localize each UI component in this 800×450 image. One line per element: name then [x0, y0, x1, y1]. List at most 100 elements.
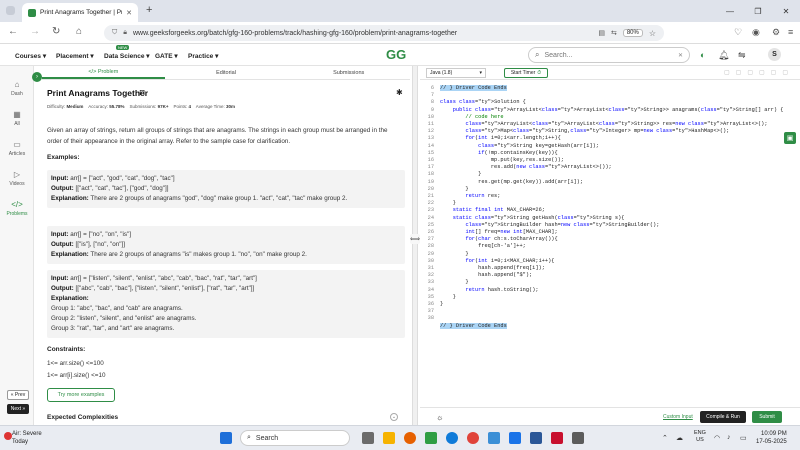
- app-icon[interactable]: [509, 432, 521, 444]
- streak-icon[interactable]: ◐: [700, 50, 705, 60]
- code-line[interactable]: 28 freq[ch-'a']++;: [420, 243, 800, 250]
- code-text[interactable]: class="ty">StringBuilder hash=new class=…: [440, 222, 659, 228]
- editor-action-icons[interactable]: ▢▢▢▢▢▢: [724, 69, 794, 76]
- tab-problem[interactable]: </> Problem: [42, 66, 165, 79]
- pocket-icon[interactable]: ♡: [734, 27, 742, 38]
- close-tab-icon[interactable]: ✕: [126, 9, 132, 17]
- code-text[interactable]: }: [440, 171, 481, 177]
- back-icon[interactable]: ←: [8, 26, 18, 37]
- menu-data-science[interactable]: Data Science ▾: [104, 52, 150, 60]
- cloud-icon[interactable]: ☁: [676, 434, 683, 442]
- search-input[interactable]: [544, 51, 673, 59]
- battery-icon[interactable]: ▭: [740, 434, 747, 442]
- collapse-sidebar-icon[interactable]: ›: [32, 72, 42, 82]
- code-text[interactable]: res.add(new class="ty">ArrayList<>());: [440, 164, 612, 170]
- file-explorer-icon[interactable]: [383, 432, 395, 444]
- code-line[interactable]: 35 }: [420, 294, 800, 301]
- code-text[interactable]: freq[ch-'a']++;: [440, 243, 526, 249]
- submit-button[interactable]: Submit: [752, 411, 782, 423]
- code-text[interactable]: class="ty">Map<class="ty">String,class="…: [440, 128, 729, 134]
- code-line[interactable]: 26 int[] freq=new int[MAX_CHAR];: [420, 229, 800, 236]
- code-line[interactable]: 20 }: [420, 186, 800, 193]
- code-line[interactable]: 31 hash.append(freq[i]);: [420, 265, 800, 272]
- gfg-logo[interactable]: GG: [386, 47, 406, 62]
- tab-submissions[interactable]: Submissions: [287, 66, 410, 79]
- code-text[interactable]: for(int i=0;i<MAX_CHAR;i++){: [440, 258, 554, 264]
- zoom-level[interactable]: 80%: [622, 29, 643, 37]
- code-text[interactable]: if(!mp.containsKey(key)){: [440, 150, 557, 156]
- panel-splitter[interactable]: [412, 66, 418, 425]
- volume-icon[interactable]: ♪: [727, 434, 731, 441]
- code-text[interactable]: // } Driver Code Ends: [440, 322, 507, 329]
- code-line[interactable]: 9 public class="ty">ArrayList<class="ty"…: [420, 107, 800, 114]
- edge-icon[interactable]: [446, 432, 458, 444]
- task-view-icon[interactable]: [362, 432, 374, 444]
- try-more-examples-button[interactable]: Try more examples: [47, 388, 115, 402]
- rail-problems[interactable]: </> Problems: [0, 200, 34, 217]
- code-line[interactable]: 13 for(int i=0;i<arr.length;i++){: [420, 135, 800, 142]
- input-language[interactable]: ENG US: [694, 430, 706, 444]
- code-text[interactable]: }: [440, 301, 443, 307]
- report-bug-icon[interactable]: ✱: [396, 88, 403, 97]
- code-text[interactable]: int[] freq=new int[MAX_CHAR];: [440, 229, 557, 235]
- code-line[interactable]: 34 return hash.toString();: [420, 287, 800, 294]
- chevron-down-icon[interactable]: ⌄: [390, 413, 398, 421]
- custom-input-link[interactable]: Custom Input: [663, 414, 693, 420]
- close-window-icon[interactable]: ✕: [772, 0, 800, 22]
- menu-icon[interactable]: ≡: [788, 27, 793, 37]
- code-line[interactable]: 23 static final int MAX_CHAR=26;: [420, 207, 800, 214]
- code-text[interactable]: }: [440, 200, 456, 206]
- clear-search-icon[interactable]: ✕: [678, 52, 683, 59]
- code-line[interactable]: 8 class class="ty">Solution {: [420, 99, 800, 106]
- code-line[interactable]: 16 mp.put(key,res.size());: [420, 157, 800, 164]
- code-text[interactable]: return res;: [440, 193, 500, 199]
- translate-icon[interactable]: ⇆: [611, 29, 617, 37]
- restore-icon[interactable]: ❐: [744, 0, 772, 22]
- weather-widget[interactable]: Air: Severe Today: [4, 430, 42, 446]
- theme-toggle-icon[interactable]: ☼: [436, 413, 443, 422]
- code-text[interactable]: mp.put(key,res.size());: [440, 157, 564, 163]
- url-text[interactable]: www.geeksforgeeks.org/batch/gfg-160-prob…: [133, 30, 592, 37]
- code-line[interactable]: 14 class="ty">String key=getHash(arr[i])…: [420, 143, 800, 150]
- next-button[interactable]: Next »: [7, 404, 29, 414]
- user-avatar[interactable]: S: [768, 48, 781, 61]
- code-line[interactable]: 38: [420, 315, 800, 322]
- code-line[interactable]: 36}: [420, 301, 800, 308]
- code-line[interactable]: 10 // code here: [420, 114, 800, 121]
- rail-videos[interactable]: ▷ Videos: [0, 170, 34, 187]
- minimize-icon[interactable]: —: [716, 0, 744, 22]
- menu-gate[interactable]: GATE ▾: [155, 52, 178, 60]
- code-line[interactable]: // } Driver Code Ends: [420, 322, 800, 330]
- forward-icon[interactable]: →: [30, 26, 40, 37]
- expected-complexities-heading[interactable]: Expected Complexities: [47, 414, 118, 421]
- code-text[interactable]: res.get(mp.get(key)).add(arr[i]);: [440, 179, 583, 185]
- app-icon[interactable]: [530, 432, 542, 444]
- chrome-icon[interactable]: [467, 432, 479, 444]
- site-search[interactable]: ⌕ ✕: [528, 47, 690, 63]
- wifi-icon[interactable]: ◠: [714, 434, 720, 442]
- code-text[interactable]: }: [440, 279, 468, 285]
- code-text[interactable]: }: [440, 294, 456, 300]
- menu-courses[interactable]: Courses ▾: [15, 52, 46, 60]
- notification-bell-icon[interactable]: 🔔︎: [718, 50, 729, 61]
- firefox-icon[interactable]: [404, 432, 416, 444]
- tab-list-icon[interactable]: [6, 6, 15, 15]
- rail-articles[interactable]: ▭ Articles: [0, 140, 34, 157]
- code-line[interactable]: 27 for(char ch:s.toCharArray()){: [420, 236, 800, 243]
- code-text[interactable]: for(char ch:s.toCharArray()){: [440, 236, 557, 242]
- code-text[interactable]: return hash.toString();: [440, 287, 538, 293]
- code-line[interactable]: 24 static class="ty">String getHash(clas…: [420, 215, 800, 222]
- reader-view-icon[interactable]: ▤: [598, 29, 605, 37]
- account-icon[interactable]: ◉: [752, 27, 760, 38]
- code-line[interactable]: 29 }: [420, 251, 800, 258]
- code-text[interactable]: hash.append("$");: [440, 272, 532, 278]
- menu-placement[interactable]: Placement ▾: [56, 52, 94, 60]
- bookmark-icon[interactable]: ⊓: [139, 88, 145, 97]
- code-line[interactable]: 22 }: [420, 200, 800, 207]
- code-line[interactable]: 18 }: [420, 171, 800, 178]
- bookmark-star-icon[interactable]: ☆: [649, 29, 656, 38]
- chevron-up-icon[interactable]: ⌃: [662, 434, 668, 442]
- code-text[interactable]: }: [440, 186, 468, 192]
- menu-practice[interactable]: Practice ▾: [188, 52, 218, 60]
- windows-start-icon[interactable]: [220, 432, 232, 444]
